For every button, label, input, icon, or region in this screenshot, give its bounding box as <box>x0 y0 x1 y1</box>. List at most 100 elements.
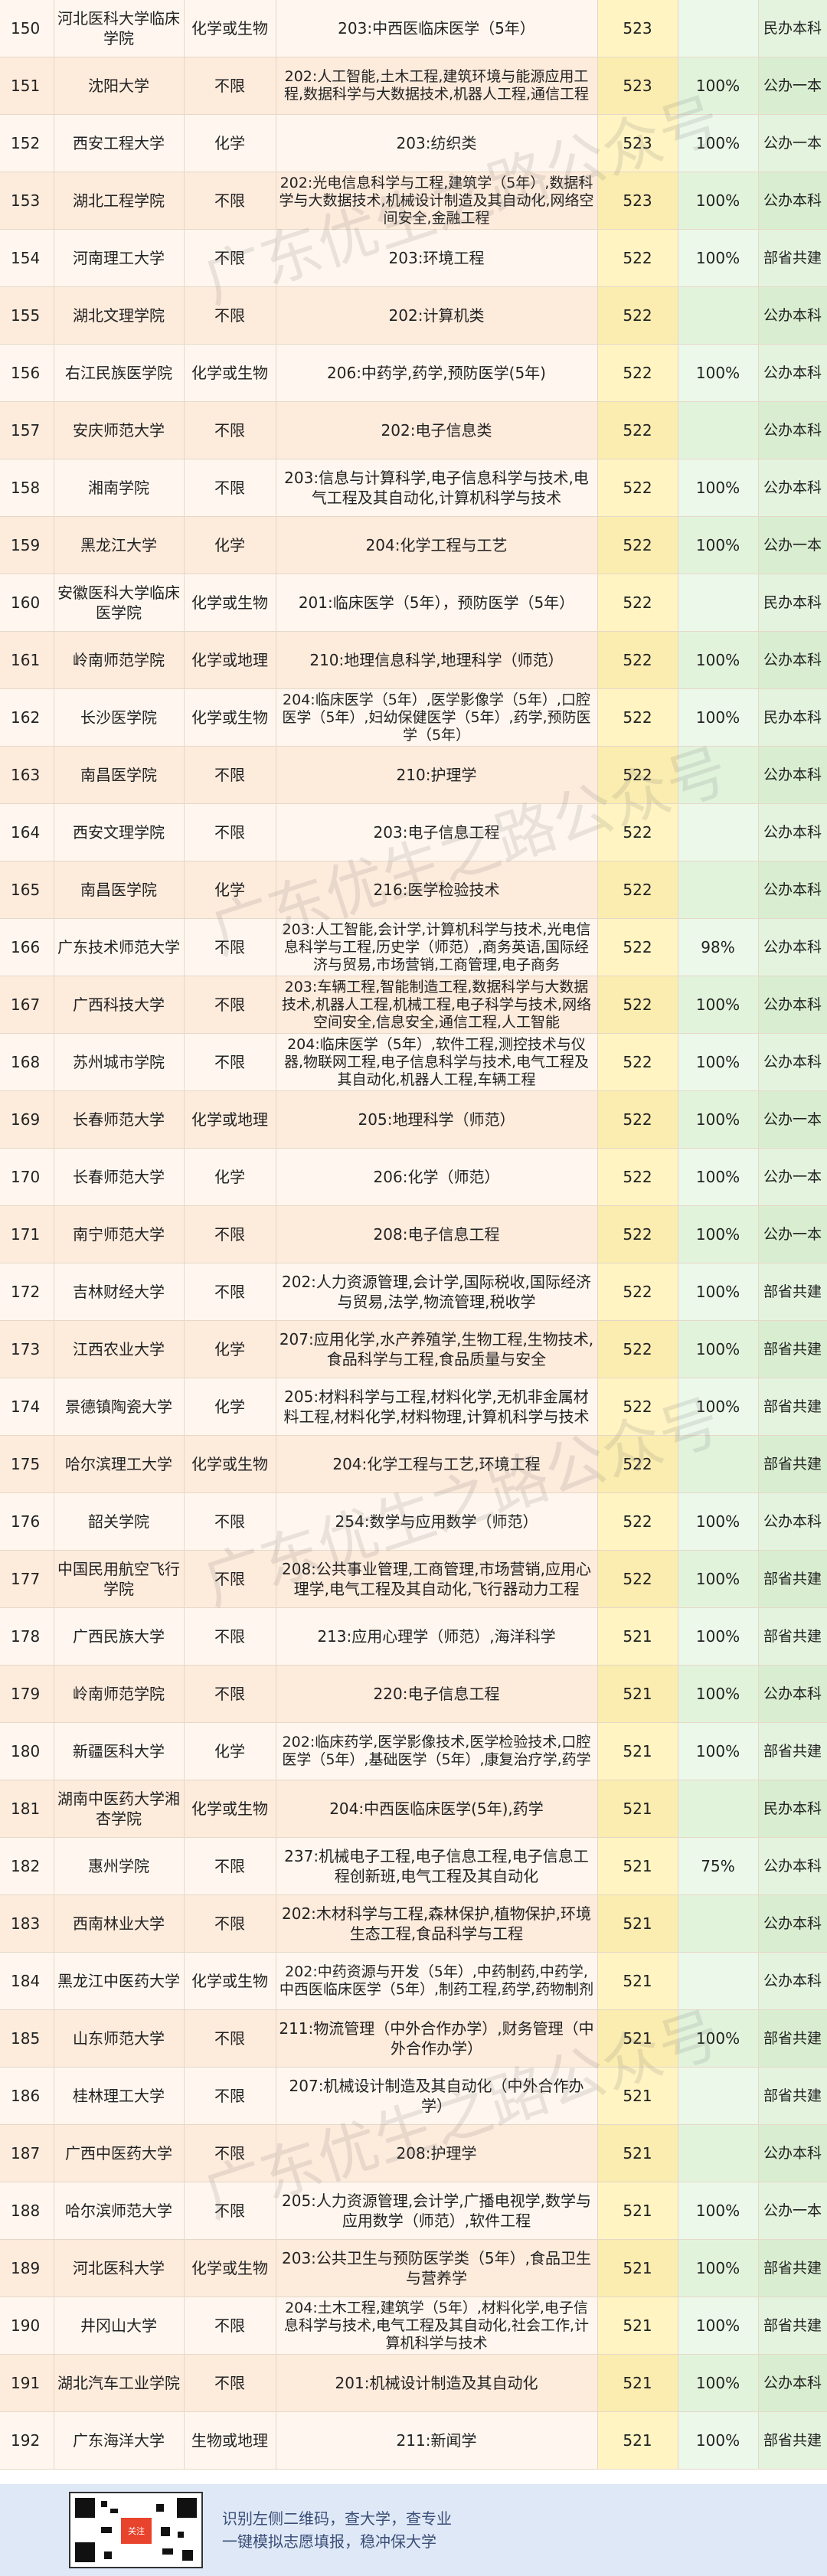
subject-requirement: 不限 <box>214 995 245 1014</box>
row-number: 184 <box>11 1972 41 1990</box>
school-type: 部省共建 <box>758 2297 827 2354</box>
major-group: 210:地理信息科学,地理科学（师范） <box>309 651 564 669</box>
min-score: 522 <box>597 1551 678 1607</box>
table-row: 159 黑龙江大学 化学 204:化学工程与工艺 522 100% 公办一本 <box>0 517 827 574</box>
subject-requirement: 不限 <box>214 1283 245 1301</box>
school-name: 吉林财经大学 <box>73 1283 165 1301</box>
subject-requirement: 化学或生物 <box>191 708 268 727</box>
admission-rate: 100% <box>678 689 758 746</box>
min-score: 522 <box>597 1149 678 1205</box>
school-type: 公办本科 <box>758 2125 827 2182</box>
major-group: 204:中西医临床医学(5年),药学 <box>329 1800 544 1818</box>
min-score: 521 <box>597 1953 678 2009</box>
subject-requirement: 化学 <box>214 134 245 152</box>
school-name: 南宁师范大学 <box>73 1225 165 1244</box>
qr-code-icon[interactable]: 关注 <box>69 2492 203 2568</box>
table-row: 160 安徽医科大学临床医学院 化学或生物 201:临床医学（5年），预防医学（… <box>0 574 827 632</box>
school-name: 广西中医药大学 <box>65 2144 172 2162</box>
admission-rate: 100% <box>678 1378 758 1435</box>
subject-requirement: 不限 <box>214 1570 245 1588</box>
row-number: 179 <box>11 1685 41 1703</box>
min-score: 522 <box>597 1034 678 1090</box>
admission-rate <box>678 861 758 918</box>
school-name: 湖北汽车工业学院 <box>57 2374 180 2392</box>
min-score: 521 <box>597 1608 678 1665</box>
min-score: 522 <box>597 1206 678 1263</box>
table-row: 168 苏州城市学院 不限 204:临床医学（5年）,软件工程,测控技术与仪器,… <box>0 1034 827 1091</box>
table-row: 174 景德镇陶瓷大学 化学 205:材料科学与工程,材料化学,无机非金属材料工… <box>0 1378 827 1436</box>
subject-requirement: 化学或生物 <box>191 1800 268 1818</box>
row-number: 190 <box>11 2316 41 2335</box>
subject-requirement: 不限 <box>214 1053 245 1071</box>
row-number: 178 <box>11 1627 41 1646</box>
row-number: 181 <box>11 1800 41 1818</box>
school-type: 公办本科 <box>758 287 827 344</box>
major-group: 203:电子信息工程 <box>373 823 500 842</box>
table-row: 164 西安文理学院 不限 203:电子信息工程 522 公办本科 <box>0 804 827 861</box>
table-row: 173 江西农业大学 化学 207:应用化学,水产养殖学,生物工程,生物技术,食… <box>0 1321 827 1378</box>
major-group: 205:地理科学（师范） <box>358 1110 515 1129</box>
school-type: 公办本科 <box>758 1953 827 2009</box>
row-number: 157 <box>11 421 41 440</box>
min-score: 522 <box>597 1321 678 1378</box>
table-row: 167 广西科技大学 不限 203:车辆工程,智能制造工程,数据科学与大数据技术… <box>0 976 827 1034</box>
table-row: 163 南昌医学院 不限 210:护理学 522 公办本科 <box>0 747 827 804</box>
subject-requirement: 不限 <box>214 2374 245 2392</box>
admission-rate: 100% <box>678 1493 758 1550</box>
admission-rate: 100% <box>678 632 758 688</box>
row-number: 160 <box>11 593 41 612</box>
subject-requirement: 不限 <box>214 421 245 440</box>
table-row: 179 岭南师范学院 不限 220:电子信息工程 521 100% 公办本科 <box>0 1666 827 1723</box>
table-row: 158 湘南学院 不限 203:信息与计算科学,电子信息科学与技术,电气工程及其… <box>0 459 827 517</box>
row-number: 153 <box>11 191 41 210</box>
subject-requirement: 不限 <box>214 1627 245 1646</box>
school-name: 韶关学院 <box>88 1512 149 1531</box>
min-score: 521 <box>597 2412 678 2469</box>
min-score: 522 <box>597 1378 678 1435</box>
admission-rate: 98% <box>678 919 758 976</box>
row-number: 169 <box>11 1110 41 1129</box>
school-type: 部省共建 <box>758 1551 827 1607</box>
table-row: 166 广东技术师范大学 不限 203:人工智能,会计学,计算机科学与技术,光电… <box>0 919 827 976</box>
admission-rate: 100% <box>678 1723 758 1780</box>
table-row: 150 河北医科大学临床学院 化学或生物 203:中西医临床医学（5年） 523… <box>0 0 827 57</box>
school-type: 公办本科 <box>758 976 827 1033</box>
major-group: 216:医学检验技术 <box>373 881 500 899</box>
min-score: 523 <box>597 57 678 114</box>
row-number: 164 <box>11 823 41 842</box>
school-name: 湖北文理学院 <box>73 306 165 325</box>
subject-requirement: 化学 <box>214 1398 245 1416</box>
school-type: 公办本科 <box>758 919 827 976</box>
table-row: 185 山东师范大学 不限 211:物流管理（中外合作办学）,财务管理（中外合作… <box>0 2010 827 2068</box>
school-type: 公办本科 <box>758 861 827 918</box>
table-row: 186 桂林理工大学 不限 207:机械设计制造及其自动化（中外合作办学） 52… <box>0 2068 827 2125</box>
school-type: 部省共建 <box>758 1263 827 1320</box>
school-type: 部省共建 <box>758 1378 827 1435</box>
school-type: 民办本科 <box>758 1780 827 1837</box>
min-score: 522 <box>597 976 678 1033</box>
school-type: 部省共建 <box>758 2412 827 2469</box>
subject-requirement: 不限 <box>214 1512 245 1531</box>
school-name: 西安文理学院 <box>73 823 165 842</box>
min-score: 521 <box>597 1666 678 1722</box>
admission-rate: 75% <box>678 1838 758 1894</box>
school-name: 安庆师范大学 <box>73 421 165 440</box>
major-group: 207:应用化学,水产养殖学,生物工程,生物技术,食品科学与工程,食品质量与安全 <box>279 1330 594 1368</box>
school-name: 广东技术师范大学 <box>57 938 180 956</box>
school-name: 桂林理工大学 <box>73 2087 165 2105</box>
min-score: 522 <box>597 804 678 861</box>
min-score: 522 <box>597 517 678 574</box>
subject-requirement: 化学 <box>214 536 245 554</box>
school-name: 河南理工大学 <box>73 249 165 267</box>
admission-rate: 100% <box>678 172 758 229</box>
major-group: 203:纺织类 <box>396 134 477 152</box>
table-row: 171 南宁师范大学 不限 208:电子信息工程 522 100% 公办一本 <box>0 1206 827 1263</box>
subject-requirement: 不限 <box>214 2316 245 2335</box>
min-score: 522 <box>597 861 678 918</box>
admission-rate: 100% <box>678 345 758 401</box>
admission-rate: 100% <box>678 1666 758 1722</box>
school-name: 景德镇陶瓷大学 <box>65 1398 172 1416</box>
row-number: 175 <box>11 1455 41 1473</box>
admission-rate: 100% <box>678 2355 758 2411</box>
school-name: 西安工程大学 <box>73 134 165 152</box>
